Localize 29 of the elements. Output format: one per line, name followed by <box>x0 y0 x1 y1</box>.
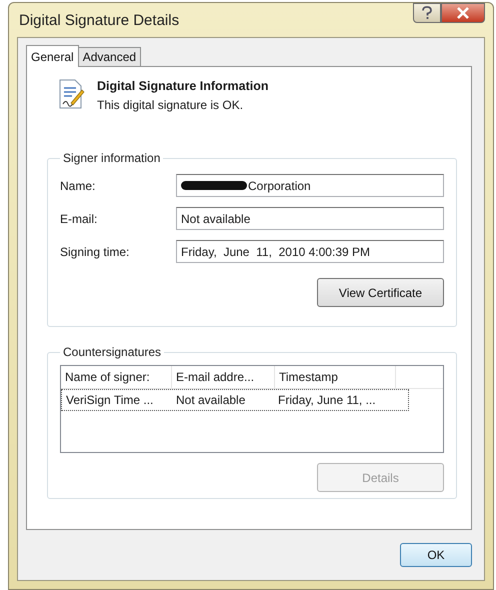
table-cell-text: VeriSign Time ... <box>65 393 154 407</box>
column-header[interactable]: Name of signer: <box>61 366 172 388</box>
help-button[interactable] <box>413 3 441 23</box>
close-icon <box>456 7 470 19</box>
window-title: Digital Signature Details <box>18 12 180 28</box>
text-field[interactable]: Corporation <box>176 174 444 197</box>
field-label: E-mail: <box>60 212 98 226</box>
signed-document-icon <box>57 79 85 109</box>
countersignatures-list[interactable]: Name of signer: E-mail addre... Timestamp VeriSign Time ... Not available Friday, June 11, ... <box>60 365 444 453</box>
column-header[interactable]: Timestamp <box>275 366 396 388</box>
table-cell-text: Not available <box>175 393 246 407</box>
text-field[interactable]: Friday, June 11, 2010 4:00:39 PM <box>176 240 444 263</box>
list-row[interactable]: VeriSign Time ... Not available Friday, June 11, ... <box>61 389 409 411</box>
text-field[interactable]: Not available <box>176 207 444 230</box>
group-title: Signer information <box>62 151 162 165</box>
field-label: Name: <box>60 178 96 192</box>
header-title: Digital Signature Information <box>97 79 269 93</box>
redaction-mark <box>181 181 247 190</box>
close-button[interactable] <box>441 3 485 23</box>
group-title: Countersignatures <box>62 345 162 359</box>
tab[interactable]: Advanced <box>78 47 142 66</box>
column-header[interactable]: E-mail addre... <box>172 366 275 388</box>
table-cell-text: Friday, June 11, ... <box>277 393 377 407</box>
ok-button[interactable]: OK <box>400 543 472 567</box>
field-label: Signing time: <box>60 244 130 258</box>
view-certificate-button[interactable]: View Certificate <box>317 278 444 307</box>
status-message: This digital signature is OK. <box>97 98 244 112</box>
tab[interactable]: General <box>26 45 79 67</box>
help-icon <box>421 6 433 20</box>
